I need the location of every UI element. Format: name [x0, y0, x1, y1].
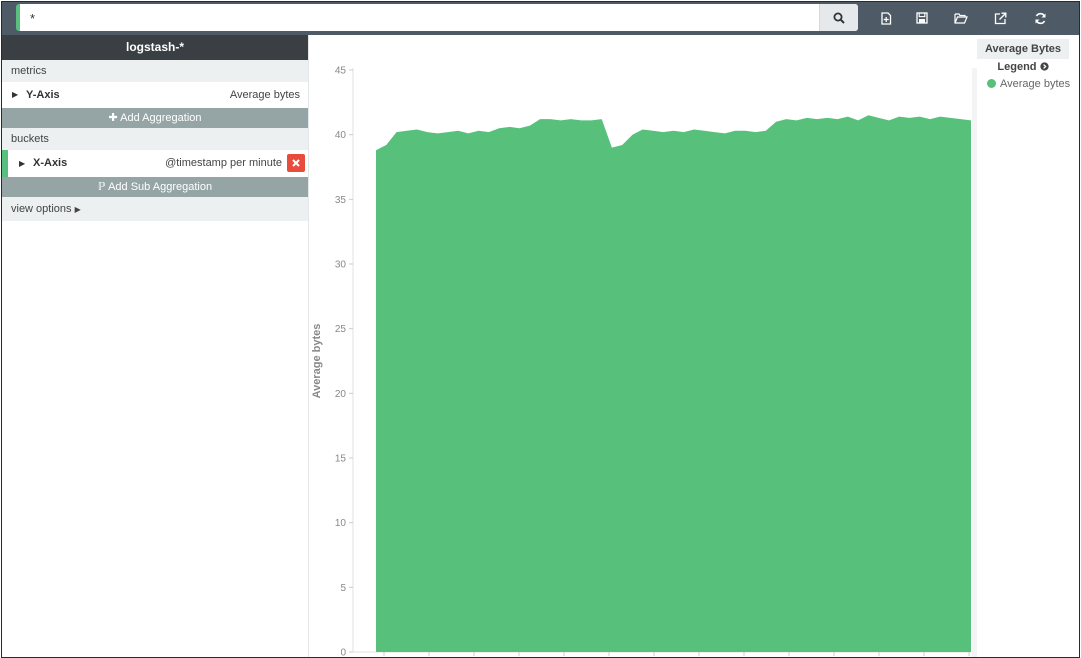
add-aggregation-label: Add Aggregation: [120, 112, 202, 124]
x-axis-label: X-Axis: [33, 157, 68, 169]
add-aggregation-button[interactable]: ✚ Add Aggregation: [2, 108, 308, 128]
view-options-toggle[interactable]: view options ▶: [2, 197, 308, 221]
legend-toggle[interactable]: Legend: [977, 61, 1069, 73]
y-tick-label: 10: [335, 518, 347, 529]
x-axis-aggregation[interactable]: ▶ X-Axis @timestamp per minute: [2, 150, 308, 177]
legend-item-label: Average bytes: [1000, 78, 1071, 90]
index-pattern-title: logstash-*: [2, 35, 308, 60]
y-tick-label: 35: [335, 195, 347, 206]
new-visualization-button[interactable]: [876, 8, 896, 28]
y-tick-label: 15: [335, 454, 347, 465]
sidebar-editor: logstash-* metrics ▶ Y-Axis Average byte…: [2, 35, 309, 657]
sitemap-icon: ℙ: [97, 181, 106, 193]
metrics-section-heading: metrics: [2, 60, 308, 82]
add-sub-aggregation-label: Add Sub Aggregation: [108, 181, 213, 193]
add-sub-aggregation-button[interactable]: ℙ Add Sub Aggregation: [2, 177, 308, 197]
remove-aggregation-button[interactable]: [287, 154, 305, 172]
view-options-label: view options: [11, 203, 72, 215]
chevron-circle-right-icon: [1039, 62, 1049, 71]
y-axis-aggregation[interactable]: ▶ Y-Axis Average bytes: [2, 82, 308, 108]
save-button[interactable]: [912, 8, 932, 28]
legend-toggle-label: Legend: [997, 61, 1037, 73]
area-series-average-bytes: [376, 115, 971, 653]
y-tick-label: 45: [335, 66, 347, 77]
caret-right-icon[interactable]: ▶: [19, 150, 25, 177]
buckets-section-heading: buckets: [2, 128, 308, 150]
y-tick-label: 40: [335, 130, 347, 141]
series-color-swatch: [987, 79, 996, 88]
y-tick-label: 0: [340, 648, 346, 658]
share-icon: [994, 12, 1006, 24]
open-button[interactable]: [951, 8, 971, 28]
y-tick-label: 25: [335, 324, 347, 335]
area-chart[interactable]: 0 5 10 15 20 25 30 35 40 45 Average bytes: [309, 35, 977, 657]
chart-container: 0 5 10 15 20 25 30 35 40 45 Average bytes: [309, 35, 977, 657]
top-toolbar: [2, 2, 1079, 35]
app-window: logstash-* metrics ▶ Y-Axis Average byte…: [1, 1, 1080, 658]
refresh-icon: [1034, 12, 1046, 24]
legend-item-average-bytes[interactable]: Average bytes: [987, 78, 1070, 90]
query-bar: [16, 4, 858, 31]
save-icon: [916, 12, 928, 24]
y-axis-title: Average bytes: [311, 324, 323, 399]
close-icon: [292, 159, 300, 167]
plus-icon: ✚: [108, 112, 118, 124]
y-axis-label: Y-Axis: [26, 89, 60, 101]
open-folder-icon: [954, 13, 968, 24]
y-tick-label: 20: [335, 389, 347, 400]
search-button[interactable]: [819, 4, 858, 31]
caret-right-icon[interactable]: ▶: [12, 82, 18, 108]
share-button[interactable]: [990, 8, 1010, 28]
y-axis-description: Average bytes: [229, 89, 300, 101]
y-tick-label: 5: [340, 583, 346, 594]
refresh-button[interactable]: [1030, 8, 1050, 28]
y-tick-label: 30: [335, 260, 347, 271]
new-document-icon: [881, 11, 892, 25]
legend-scroll-track: [972, 68, 977, 657]
x-axis-description: @timestamp per minute: [165, 157, 282, 169]
legend-panel: Average Bytes Legend Average bytes: [972, 35, 1079, 657]
caret-right-icon: ▶: [74, 205, 81, 214]
search-input[interactable]: [28, 4, 812, 31]
chart-title: Average Bytes: [977, 39, 1069, 59]
search-icon: [833, 12, 845, 24]
